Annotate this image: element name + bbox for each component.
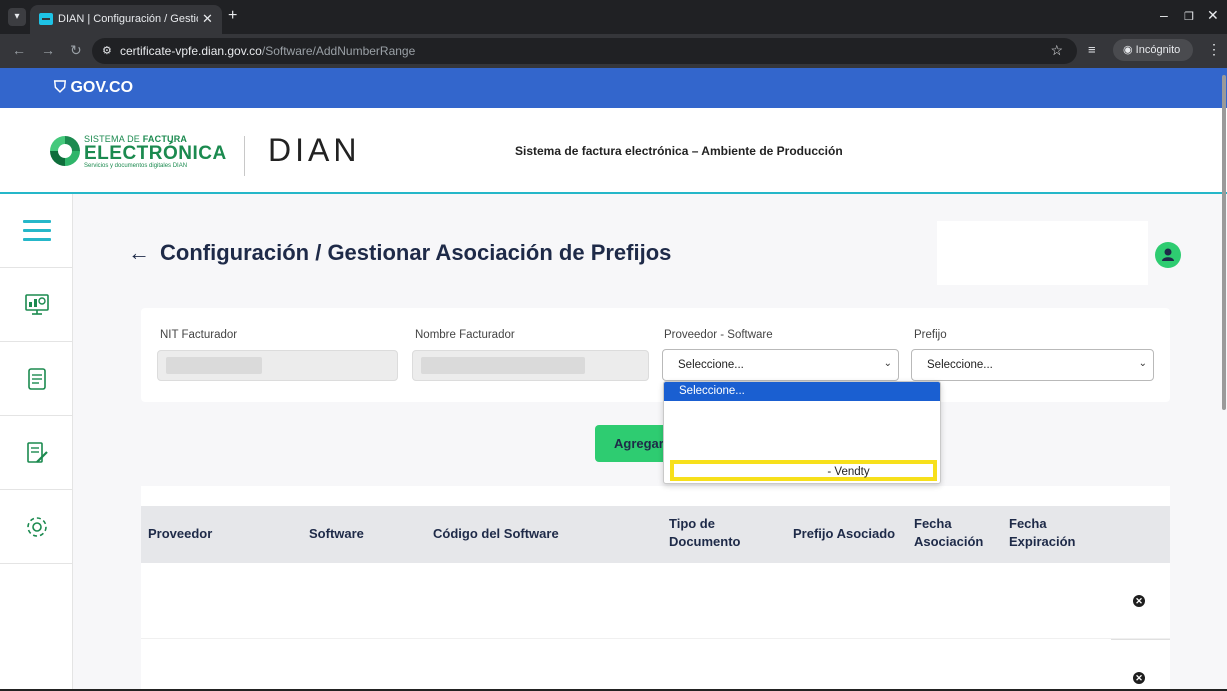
monitor-chart-icon [25, 294, 49, 315]
header-divider [244, 136, 245, 176]
dropdown-option-highlighted[interactable]: - Vendty [670, 460, 937, 481]
reading-list-icon[interactable]: ≡ [1088, 42, 1096, 57]
tab-close-icon[interactable]: ✕ [202, 11, 213, 27]
proveedor-dropdown-list: Seleccione... - Vendty [663, 381, 941, 484]
url-text: certificate-vpfe.dian.gov.co/Software/Ad… [120, 44, 415, 58]
reload-icon[interactable]: ↻ [70, 42, 82, 59]
incognito-icon: ◉ [1123, 44, 1136, 56]
page-title-text: Configuración / Gestionar Asociación de … [160, 240, 672, 265]
dropdown-option-label: - Vendty [827, 466, 870, 478]
remove-row-icon[interactable]: ✕ [1133, 672, 1145, 684]
sfe-logo-line2: ELECTRÓNICA [84, 143, 227, 164]
tab-favicon-icon [39, 13, 53, 25]
nit-field [157, 350, 398, 381]
tab-search-icon[interactable]: ▾ [8, 8, 26, 26]
user-avatar-icon[interactable] [1155, 242, 1181, 268]
hamburger-icon [23, 220, 51, 241]
url-path: /Software/AddNumberRange [261, 44, 416, 58]
gear-icon [27, 517, 47, 537]
proveedor-select[interactable]: Seleccione... ⌄ [662, 349, 899, 381]
th-codigo: Código del Software [433, 526, 559, 541]
sidebar-menu-toggle[interactable] [0, 194, 72, 268]
forward-nav-icon[interactable]: → [41, 42, 55, 58]
nombre-field [412, 350, 649, 381]
browser-tab-bar: ▾ DIAN | Configuración / Gestion ✕ + – ❐… [0, 0, 1227, 34]
browser-address-bar: ← → ↻ ⚙ certificate-vpfe.dian.gov.co/Sof… [0, 34, 1227, 68]
sidebar [0, 194, 73, 691]
th-proveedor: Proveedor [148, 526, 213, 541]
sfe-logo-line3: Servicios y documentos digitales DIAN [84, 163, 188, 169]
site-header: SISTEMA DE FACTURA ELECTRÓNICA Servicios… [0, 108, 1227, 194]
incognito-label: Incógnito [1135, 44, 1181, 56]
sidebar-item-dashboard[interactable] [0, 268, 72, 342]
factura-electronica-logo-icon [50, 136, 80, 166]
associations-table: Proveedor Software Código del Software T… [141, 486, 1170, 691]
browser-menu-icon[interactable]: ⋮ [1207, 41, 1221, 58]
table-header: Proveedor Software Código del Software T… [141, 506, 1170, 563]
proveedor-select-value: Seleccione... [678, 359, 744, 371]
page-scrollbar[interactable] [1222, 75, 1226, 410]
incognito-badge[interactable]: ◉ Incógnito [1113, 39, 1193, 61]
nit-label: NIT Facturador [160, 329, 238, 341]
site-settings-icon[interactable]: ⚙ [102, 44, 112, 57]
dian-logo: DIAN [268, 132, 361, 168]
dropdown-option-selected[interactable]: Seleccione... [664, 382, 940, 401]
remove-row-icon[interactable]: ✕ [1133, 595, 1145, 607]
back-arrow-icon[interactable]: ← [128, 240, 150, 265]
header-title: Sistema de factura electrónica – Ambient… [515, 144, 843, 158]
th-software: Software [309, 526, 364, 541]
prefijo-select[interactable]: Seleccione... ⌄ [911, 349, 1154, 381]
chevron-down-icon: ⌄ [883, 358, 892, 369]
prefijo-label: Prefijo [914, 329, 947, 341]
th-prefijo-asociado: Prefijo Asociado [793, 526, 896, 541]
th-fecha-asociacion: Fecha Asociación [914, 516, 984, 549]
sidebar-item-settings[interactable] [0, 490, 72, 564]
restore-icon[interactable]: ❐ [1184, 10, 1194, 23]
tab-title: DIAN | Configuración / Gestion [58, 13, 198, 25]
window-close-icon[interactable]: ✕ [1207, 7, 1219, 24]
gov-logo-text: GOV.CO [70, 79, 134, 96]
bookmark-star-icon[interactable]: ☆ [1050, 42, 1063, 59]
page-title: ← Configuración / Gestionar Asociación de… [128, 240, 671, 266]
th-fecha-expiracion: Fecha Expiración [1009, 516, 1076, 549]
minimize-icon[interactable]: – [1160, 7, 1168, 23]
sidebar-item-documents[interactable] [0, 342, 72, 416]
redacted-value [166, 357, 262, 374]
document-edit-icon [27, 442, 48, 463]
redacted-value [421, 357, 585, 374]
filter-form: NIT Facturador Nombre Facturador Proveed… [141, 308, 1170, 402]
url-field[interactable]: ⚙ certificate-vpfe.dian.gov.co/Software/… [92, 38, 1077, 64]
invoice-icon [28, 368, 46, 390]
nombre-label: Nombre Facturador [415, 329, 515, 341]
chevron-down-icon: ⌄ [1138, 358, 1147, 369]
url-domain: certificate-vpfe.dian.gov.co [120, 44, 262, 58]
back-nav-icon[interactable]: ← [12, 42, 26, 58]
gov-logo[interactable]: ⛉ GOV.CO [54, 79, 133, 97]
table-row-divider [141, 638, 1170, 639]
new-tab-icon[interactable]: + [228, 7, 237, 25]
prefijo-select-value: Seleccione... [927, 359, 993, 371]
user-info-box [937, 221, 1148, 285]
proveedor-label: Proveedor - Software [664, 329, 773, 341]
browser-tab[interactable]: DIAN | Configuración / Gestion ✕ [30, 5, 222, 34]
table-row-divider [1111, 639, 1170, 640]
th-tipo-documento: Tipo de Documento [669, 516, 741, 549]
sidebar-item-reports[interactable] [0, 416, 72, 490]
gov-bar: ⛉ GOV.CO [0, 68, 1227, 108]
gov-shield-icon: ⛉ [54, 79, 67, 96]
agregar-button[interactable]: Agregar [595, 425, 667, 462]
